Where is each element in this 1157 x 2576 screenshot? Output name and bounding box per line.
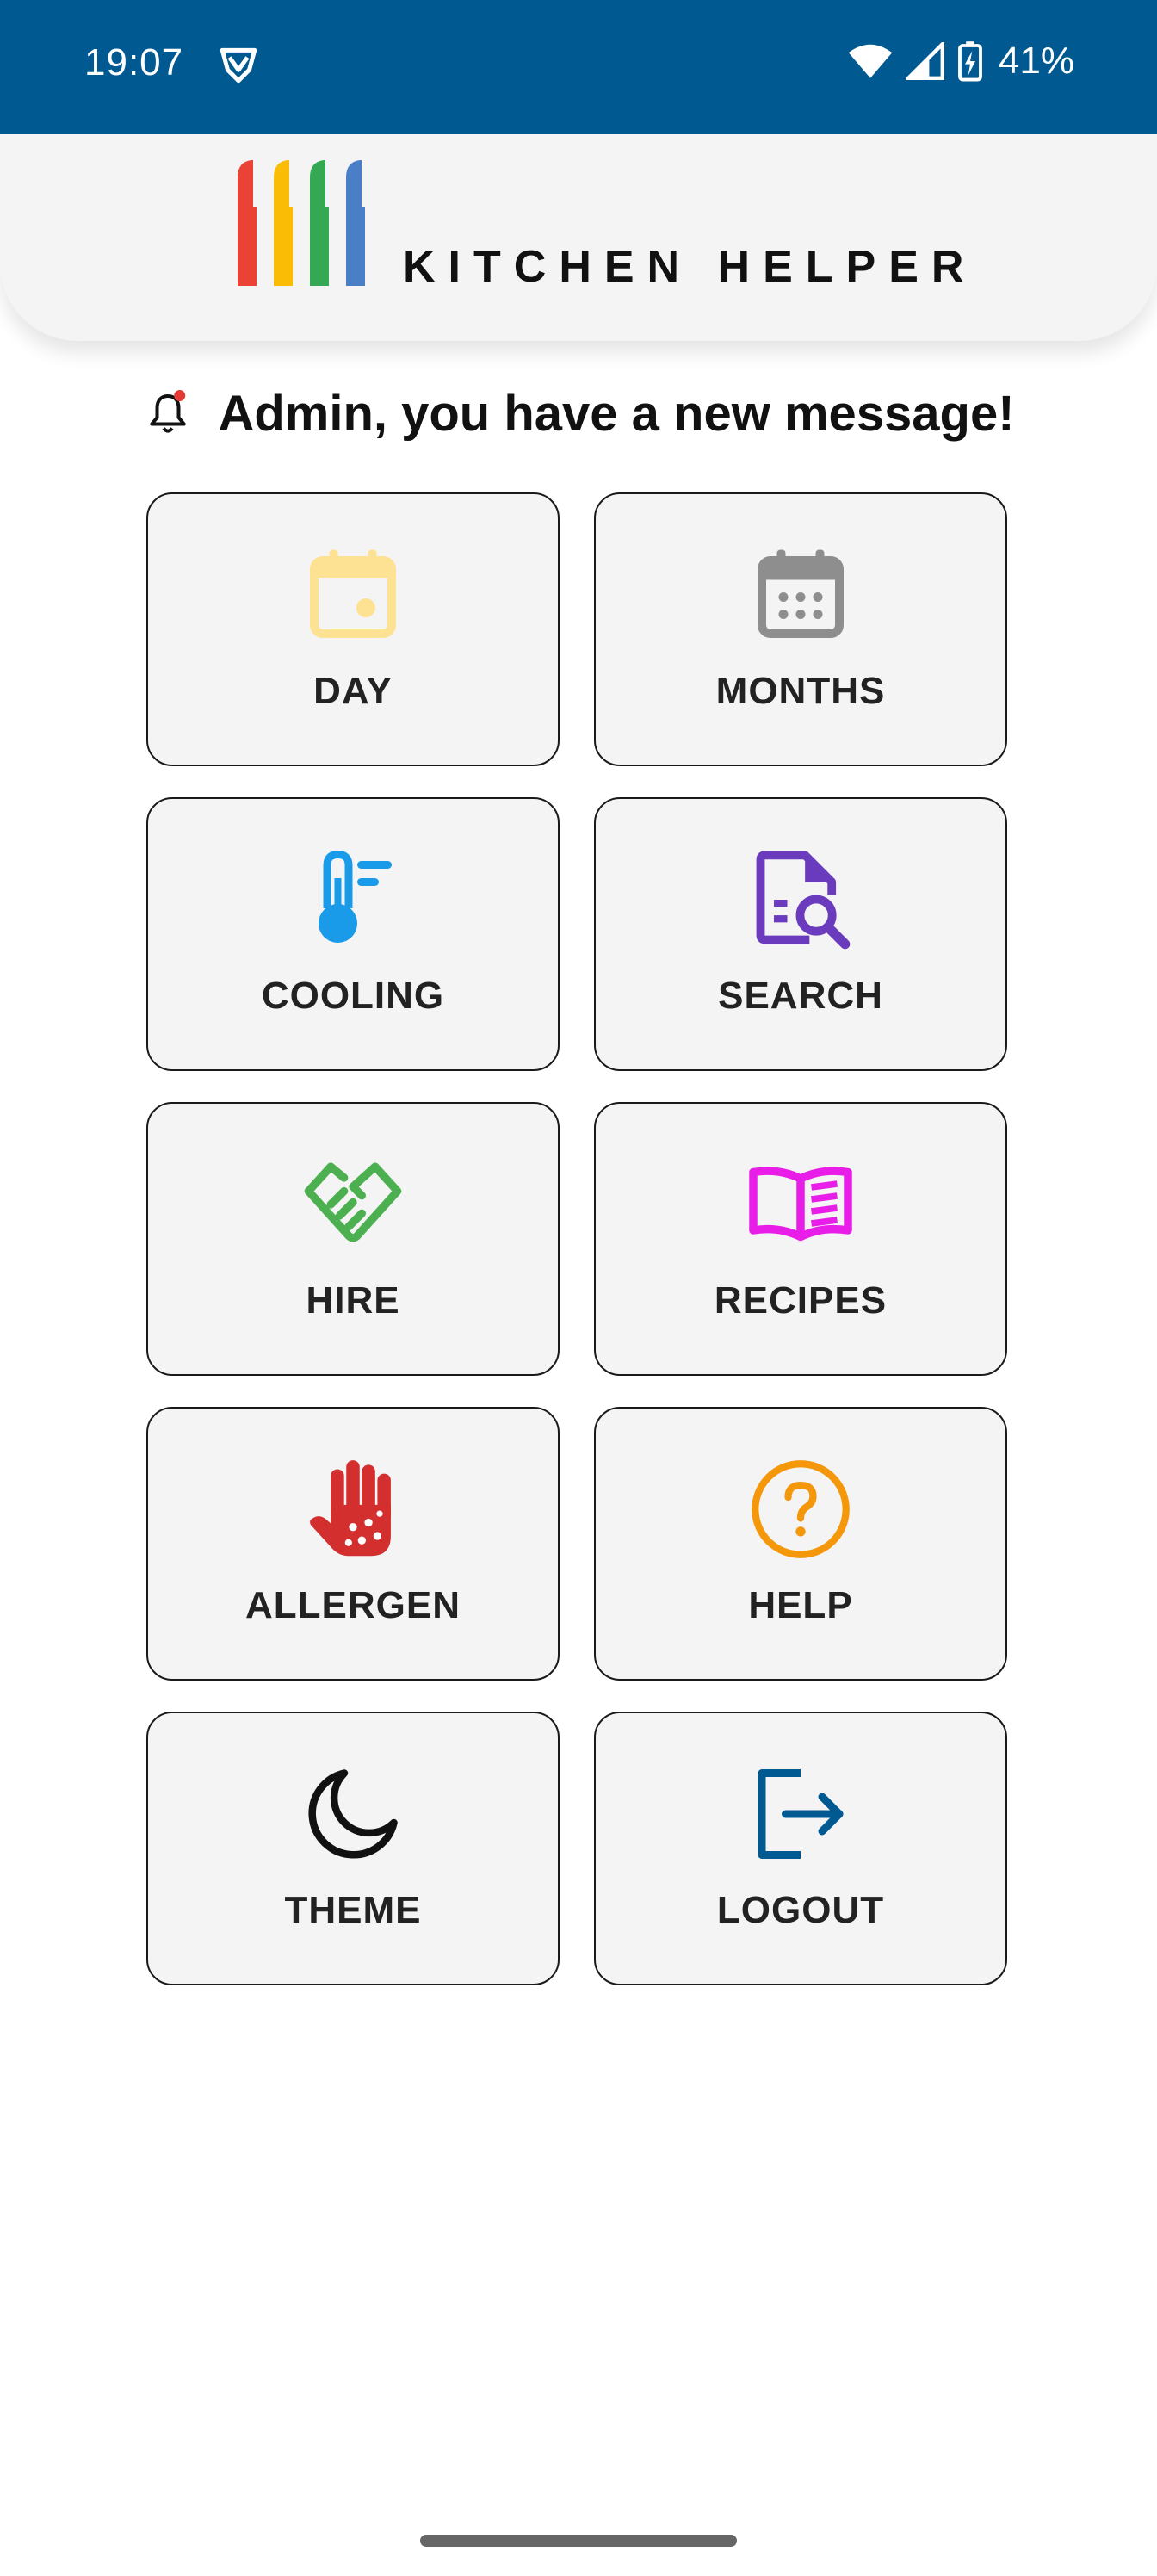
status-bar: 19:07 41% (0, 0, 1157, 134)
document-search-icon (756, 851, 851, 950)
search-button[interactable]: SEARCH (594, 797, 1007, 1071)
menu-grid: DAY MONTHS COOLING SEARCH HIRE RECIPES A… (146, 492, 1011, 1985)
calendar-day-icon (310, 549, 396, 638)
app-header: KITCHEN HELPER (0, 134, 1157, 341)
battery-charging-icon (958, 41, 982, 82)
logout-icon (758, 1769, 844, 1859)
logout-label: LOGOUT (716, 1889, 885, 1931)
calendar-month-icon (758, 549, 844, 638)
bell-icon (150, 390, 187, 433)
help-button[interactable]: HELP (594, 1407, 1007, 1681)
search-label: SEARCH (718, 975, 883, 1017)
recipes-label: RECIPES (714, 1279, 888, 1322)
battery-percentage: 41% (998, 40, 1074, 82)
allergen-button[interactable]: ALLERGEN (146, 1407, 560, 1681)
logout-button[interactable]: LOGOUT (594, 1712, 1007, 1985)
theme-button[interactable]: THEME (146, 1712, 560, 1985)
moon-icon (308, 1769, 398, 1859)
day-label: DAY (313, 670, 393, 712)
hire-label: HIRE (306, 1279, 400, 1322)
app-title: KITCHEN HELPER (403, 242, 977, 292)
months-label: MONTHS (715, 670, 886, 712)
allergen-hand-icon (310, 1460, 391, 1557)
allergen-label: ALLERGEN (245, 1584, 461, 1626)
status-icons: 41% (847, 40, 1074, 83)
new-message-banner[interactable]: Admin, you have a new message! (0, 379, 1157, 448)
open-book-icon (749, 1167, 852, 1242)
gesture-nav-handle[interactable] (420, 2535, 737, 2547)
status-time: 19:07 (84, 41, 184, 84)
cooling-button[interactable]: COOLING (146, 797, 560, 1071)
cooling-label: COOLING (261, 975, 445, 1017)
recipes-button[interactable]: RECIPES (594, 1102, 1007, 1376)
vpn-shield-icon (220, 47, 257, 84)
new-message-text: Admin, you have a new message! (218, 385, 1015, 442)
wifi-icon (848, 44, 893, 78)
months-button[interactable]: MONTHS (594, 492, 1007, 766)
logo-icon (238, 160, 365, 286)
hire-button[interactable]: HIRE (146, 1102, 560, 1376)
cell-signal-icon (905, 42, 944, 80)
theme-label: THEME (284, 1889, 422, 1931)
help-label: HELP (748, 1584, 853, 1626)
handshake-icon (304, 1162, 402, 1242)
day-button[interactable]: DAY (146, 492, 560, 766)
thermometer-icon (319, 850, 392, 943)
help-circle-icon (752, 1460, 850, 1558)
